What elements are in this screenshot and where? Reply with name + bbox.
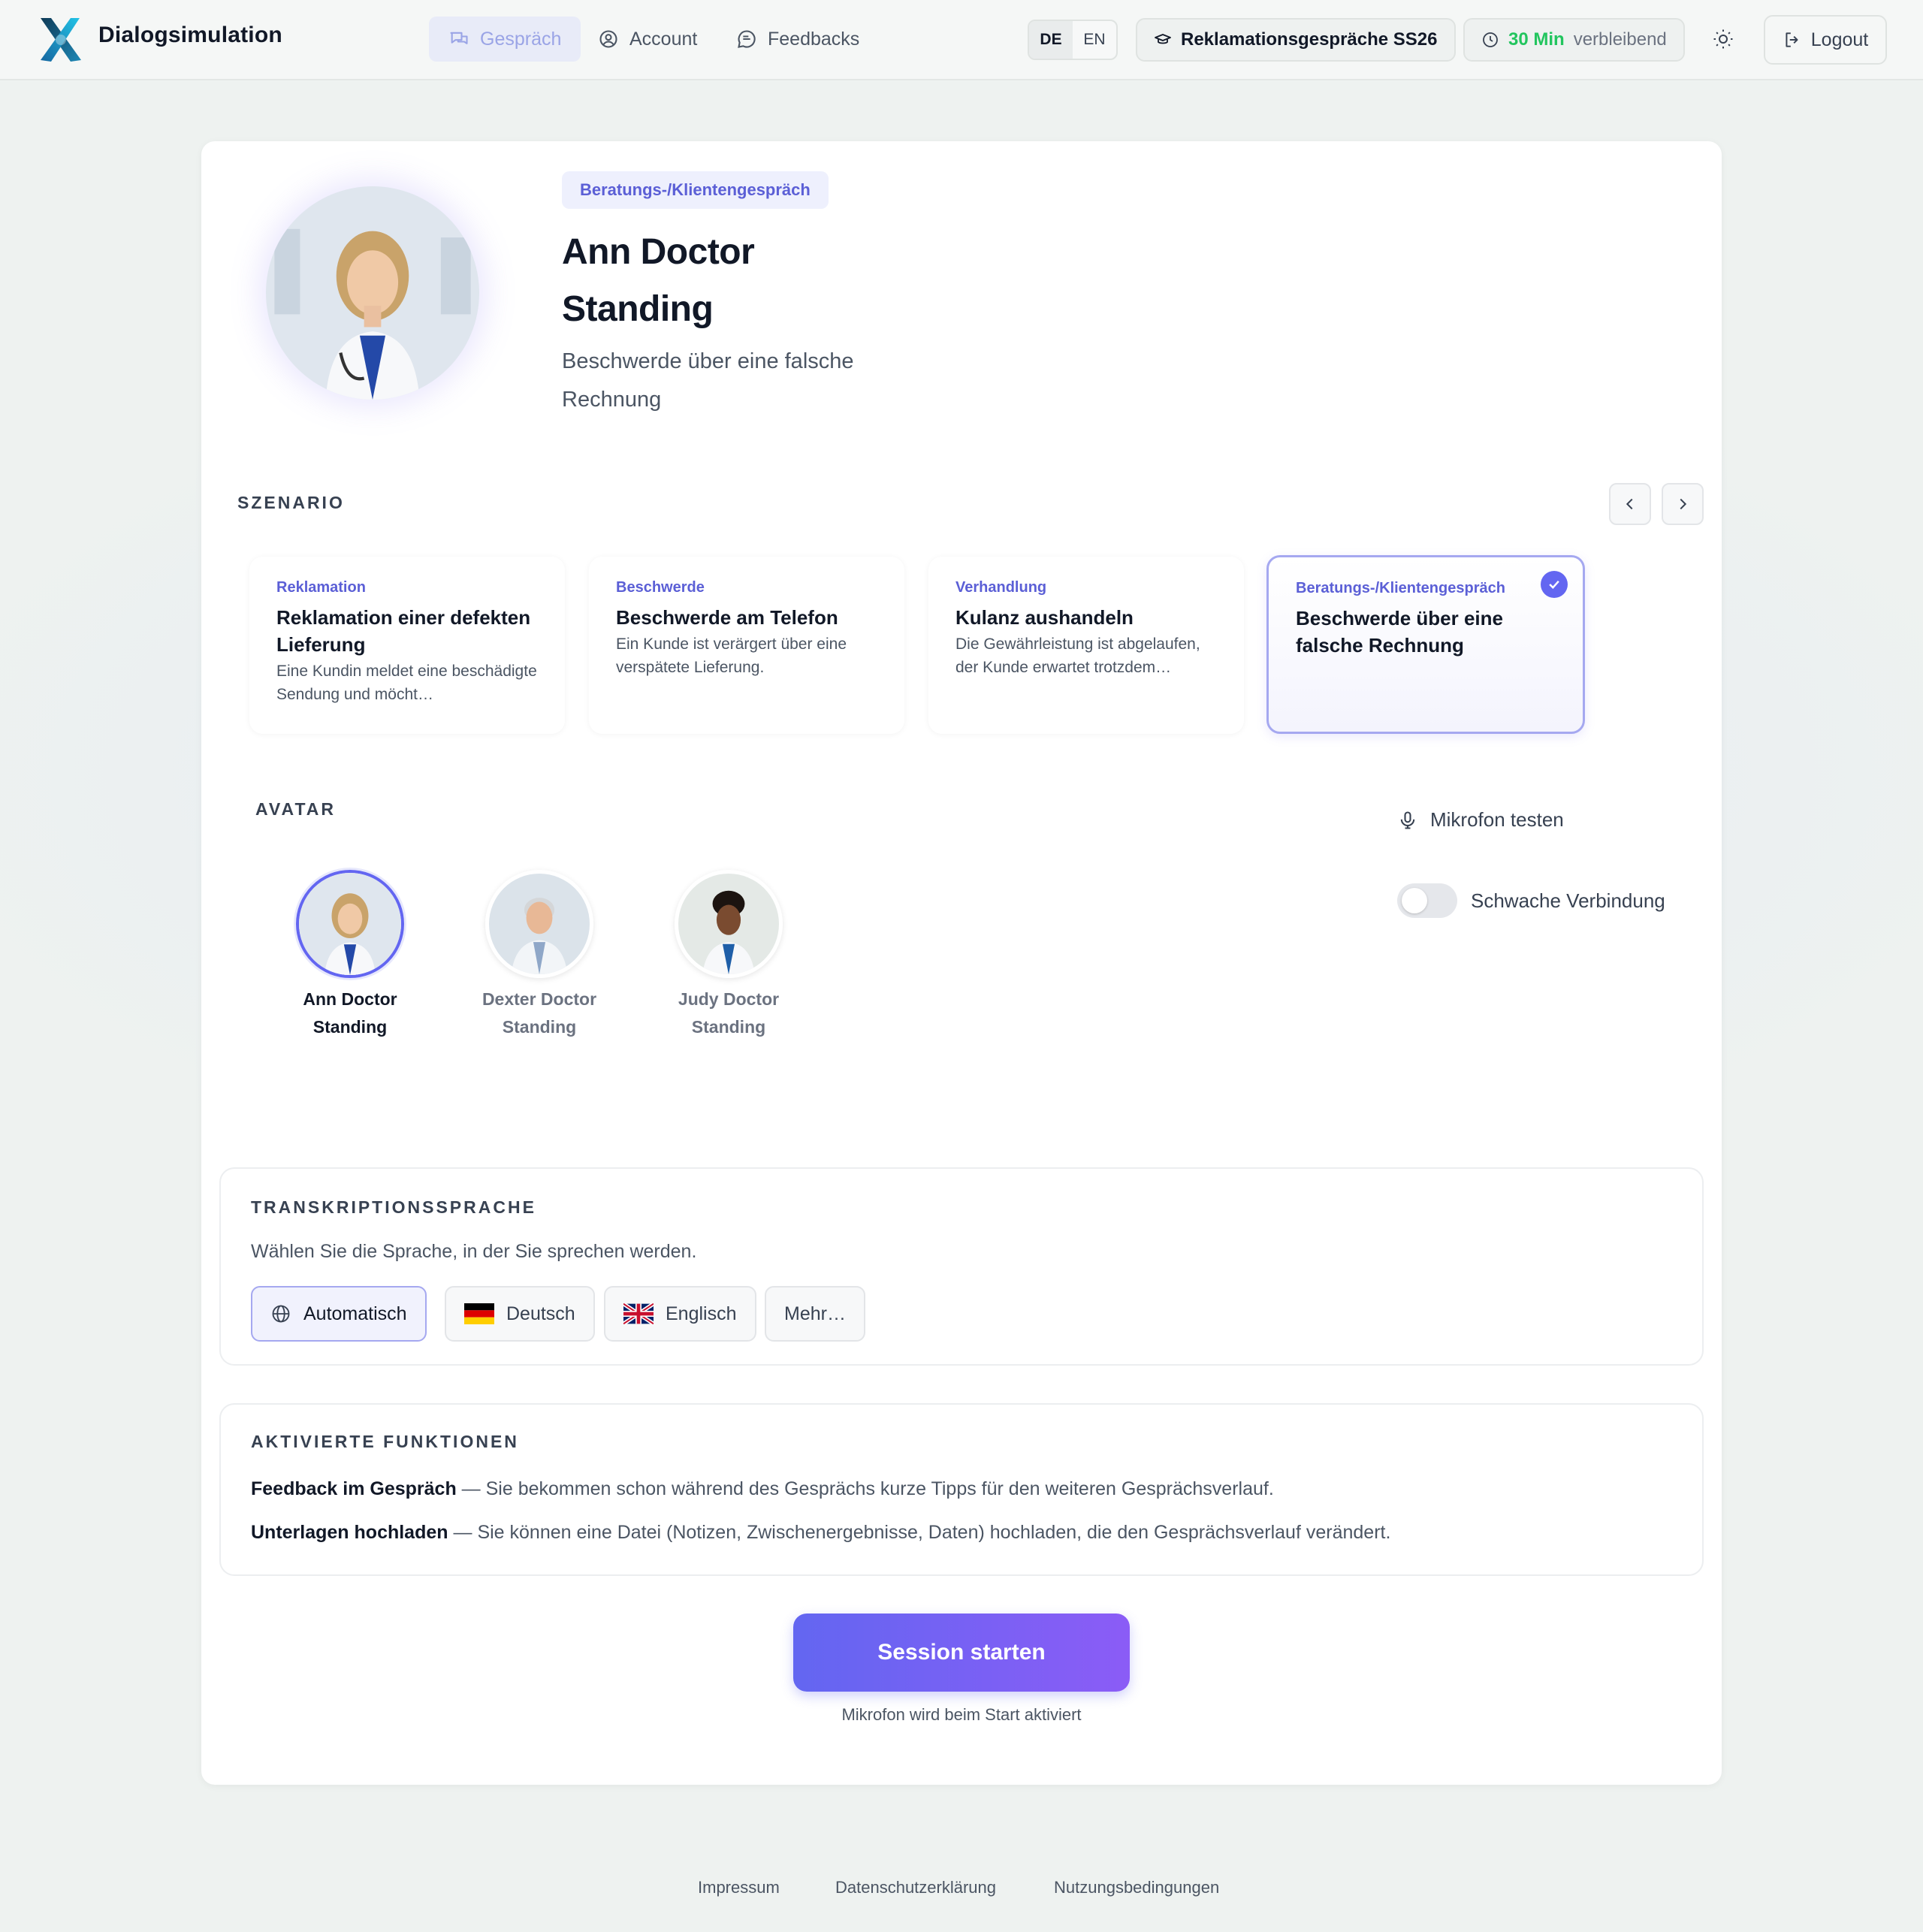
scenario-category: Reklamation	[276, 579, 366, 596]
scenario-desc: Ein Kunde ist verärgert über eine verspä…	[616, 635, 847, 676]
scenario-desc: Eine Kundin meldet eine beschädigte Send…	[276, 663, 537, 703]
weak-connection-row: Schwache Verbindung	[1397, 883, 1665, 918]
feature-desc: — Sie bekommen schon während des Gespräc…	[456, 1478, 1274, 1499]
avatar-section-label: AVATAR	[255, 799, 337, 819]
scenario-next-button[interactable]	[1662, 483, 1704, 525]
feature-item: Feedback im Gespräch — Sie bekommen scho…	[251, 1478, 1274, 1500]
lang-de-button[interactable]: DE	[1029, 21, 1073, 59]
nav-feedbacks-label: Feedbacks	[768, 28, 860, 50]
flag-de-icon	[464, 1303, 494, 1324]
globe-icon	[272, 1305, 290, 1323]
toggle-knob	[1402, 888, 1427, 913]
message-icon	[738, 30, 756, 48]
activated-features-box: AKTIVIERTE FUNKTIONEN Feedback im Gesprä…	[219, 1403, 1704, 1576]
feature-desc: — Sie können eine Datei (Notizen, Zwisch…	[448, 1522, 1391, 1543]
transcription-title: TRANSKRIPTIONSSPRACHE	[251, 1197, 536, 1217]
features-title: AKTIVIERTE FUNKTIONEN	[251, 1432, 519, 1451]
hero-avatar	[266, 186, 479, 400]
scenario-category: Beschwerde	[616, 579, 705, 596]
feature-name: Unterlagen hochladen	[251, 1522, 448, 1543]
scenario-card[interactable]: Reklamation Reklamation einer defekten L…	[249, 557, 565, 734]
footer-link-impressum[interactable]: Impressum	[698, 1878, 780, 1897]
avatar	[485, 870, 593, 978]
timer-pill: 30 Min verbleibend	[1463, 18, 1685, 62]
footer-link-nutzungsbedingungen[interactable]: Nutzungsbedingungen	[1054, 1878, 1219, 1897]
lang-option-englisch[interactable]: Englisch	[604, 1286, 756, 1342]
ann-portrait-image	[266, 186, 479, 400]
top-bar: Dialogsimulation Gespräch Account Feedba…	[0, 0, 1923, 80]
scenario-category: Beratungs-/Klientengespräch	[1296, 580, 1505, 596]
avatar-name: Judy Doctor Standing	[678, 989, 780, 1037]
avatar-option-ann[interactable]: Ann Doctor Standing	[275, 870, 425, 1041]
app-logo-icon[interactable]	[36, 15, 86, 65]
user-circle-icon	[599, 30, 617, 48]
scenario-prev-button[interactable]	[1609, 483, 1651, 525]
scenario-card-selected[interactable]: Beratungs-/Klientengespräch Beschwerde ü…	[1266, 555, 1585, 734]
lang-option-label: Automatisch	[303, 1303, 407, 1324]
nav-gespraech-label: Gespräch	[480, 28, 562, 50]
avatar-option-dexter[interactable]: Dexter Doctor Standing	[464, 870, 614, 1041]
start-hint: Mikrofon wird beim Start aktiviert	[841, 1705, 1082, 1724]
feature-name: Feedback im Gespräch	[251, 1478, 457, 1499]
lang-option-deutsch[interactable]: Deutsch	[445, 1286, 595, 1342]
scenario-title: Beschwerde über eine falsche Rechnung	[1296, 607, 1503, 657]
nav-feedbacks[interactable]: Feedbacks	[717, 17, 879, 62]
chevron-left-icon	[1626, 498, 1633, 510]
avatar-name: Ann Doctor Standing	[303, 989, 397, 1037]
selected-check-icon	[1541, 571, 1568, 598]
lang-en-button[interactable]: EN	[1073, 21, 1116, 59]
scenario-section-label: SZENARIO	[237, 493, 345, 512]
chevron-right-icon	[1680, 498, 1687, 510]
nav-account[interactable]: Account	[578, 17, 717, 62]
weak-connection-label: Schwache Verbindung	[1471, 889, 1665, 912]
scenario-title: Kulanz aushandeln	[955, 606, 1134, 629]
lang-option-automatisch[interactable]: Automatisch	[251, 1286, 427, 1342]
hero-category-tag: Beratungs-/Klientengespräch	[562, 171, 829, 209]
avatar-name: Dexter Doctor Standing	[482, 989, 597, 1037]
lang-option-more[interactable]: Mehr…	[765, 1286, 865, 1342]
logout-button[interactable]: Logout	[1764, 15, 1887, 65]
theme-toggle-button[interactable]	[1708, 24, 1738, 54]
transcription-language-box: TRANSKRIPTIONSSPRACHE Wählen Sie die Spr…	[219, 1167, 1704, 1366]
transcription-text: Wählen Sie die Sprache, in der Sie sprec…	[251, 1241, 697, 1262]
mic-test-button[interactable]: Mikrofon testen	[1397, 808, 1564, 832]
flag-uk-icon	[623, 1303, 654, 1324]
graduation-cap-icon	[1155, 34, 1171, 44]
hero-subtitle: Beschwerde über eine falsche Rechnung	[562, 349, 854, 412]
footer-link-datenschutz[interactable]: Datenschutzerklärung	[835, 1878, 996, 1897]
mic-test-label: Mikrofon testen	[1430, 808, 1564, 831]
scenario-desc: Die Gewährleistung ist abgelaufen, der K…	[955, 635, 1200, 676]
nav-account-label: Account	[629, 28, 698, 50]
nav-gespraech[interactable]: Gespräch	[429, 17, 581, 62]
logout-icon	[1786, 32, 1798, 47]
brand-name: Dialogsimulation	[98, 23, 282, 47]
scenario-title: Beschwerde am Telefon	[616, 606, 838, 629]
clock-icon	[1483, 32, 1498, 47]
language-switch: DE EN	[1028, 20, 1118, 60]
scenario-card[interactable]: Beschwerde Beschwerde am Telefon Ein Kun…	[589, 557, 904, 734]
scenario-card[interactable]: Verhandlung Kulanz aushandeln Die Gewähr…	[928, 557, 1244, 734]
lang-option-label: Deutsch	[506, 1303, 575, 1324]
chat-icon	[450, 32, 468, 44]
timer-suffix: verbleibend	[1573, 29, 1667, 50]
microphone-icon	[1400, 811, 1415, 829]
hero-title: Ann Doctor Standing	[562, 232, 755, 329]
avatar	[675, 870, 783, 978]
lang-option-label: Englisch	[666, 1303, 737, 1324]
sun-icon	[1713, 29, 1733, 49]
course-label: Reklamationsgespräche SS26	[1181, 29, 1438, 50]
start-session-button[interactable]: Session starten	[793, 1614, 1130, 1692]
avatar-option-judy[interactable]: Judy Doctor Standing	[654, 870, 804, 1041]
session-setup-card: Beratungs-/Klientengespräch Ann Doctor S…	[201, 141, 1722, 1785]
feature-item: Unterlagen hochladen — Sie können eine D…	[251, 1522, 1390, 1544]
logout-label: Logout	[1810, 29, 1869, 50]
weak-connection-toggle[interactable]	[1397, 883, 1457, 918]
scenario-title: Reklamation einer defekten Lieferung	[276, 606, 531, 656]
lang-option-label: Mehr…	[784, 1303, 846, 1324]
avatar	[296, 870, 404, 978]
scenario-category: Verhandlung	[955, 579, 1047, 596]
timer-minutes: 30 Min	[1508, 29, 1565, 50]
course-pill[interactable]: Reklamationsgespräche SS26	[1136, 18, 1456, 62]
